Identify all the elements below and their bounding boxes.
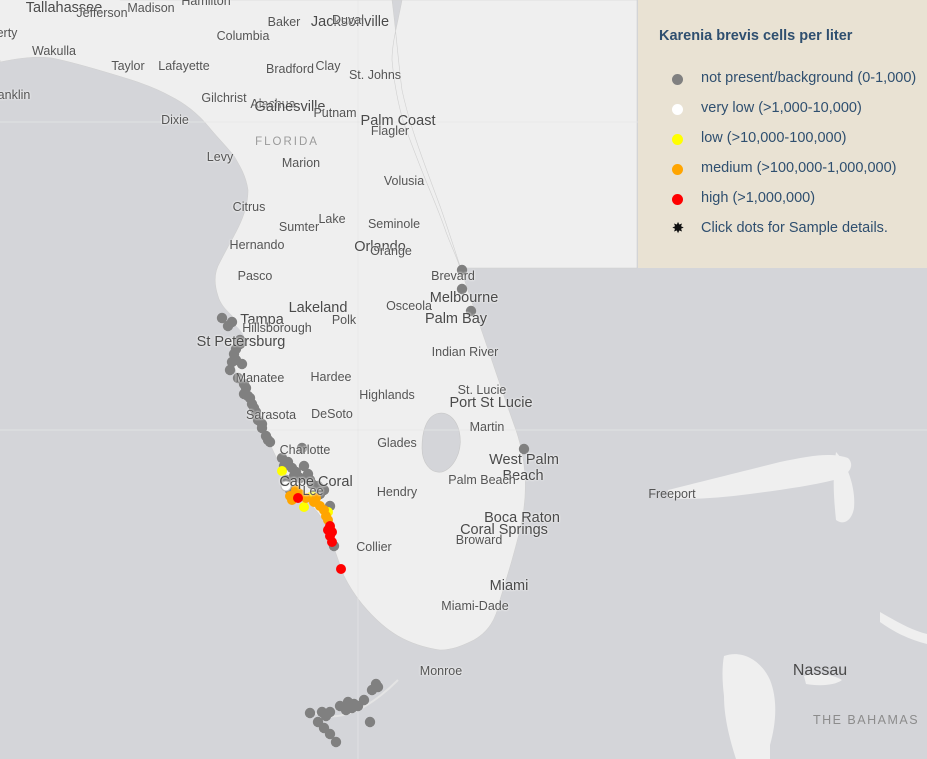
legend-panel: Karenia brevis cells per liter not prese… — [638, 0, 927, 268]
place-label: Broward — [455, 533, 503, 547]
legend-title: Karenia brevis cells per liter — [659, 28, 853, 44]
place-label: Miami — [489, 578, 529, 594]
place-label: Madison — [127, 1, 175, 15]
sample-dot[interactable] — [222, 320, 234, 332]
place-label: Brevard — [431, 269, 475, 283]
legend-hint-text: Click dots for Sample details. — [701, 220, 888, 236]
place-label: Indian River — [431, 345, 499, 359]
place-label: Jefferson — [76, 6, 128, 20]
place-label: Melbourne — [429, 290, 499, 306]
sample-dot[interactable] — [358, 694, 370, 706]
place-label: Palm Bay — [424, 311, 488, 327]
place-label: Hardee — [310, 370, 352, 384]
sample-dot[interactable] — [330, 736, 342, 748]
place-label: Seminole — [367, 217, 421, 231]
legend-label: medium (>100,000-1,000,000) — [701, 160, 897, 176]
place-label: Freeport — [648, 487, 696, 501]
place-label: Hamilton — [181, 0, 231, 8]
yellow-dot-icon — [672, 134, 683, 145]
place-label: Baker — [267, 15, 301, 29]
place-label: Clay — [315, 59, 341, 73]
place-label: Columbia — [216, 29, 270, 43]
place-label: St. Johns — [348, 68, 402, 82]
legend-label: low (>10,000-100,000) — [701, 130, 847, 146]
sample-dot[interactable] — [364, 716, 376, 728]
place-label: Collier — [356, 540, 392, 554]
place-label: Port St Lucie — [449, 395, 533, 411]
sample-dot[interactable] — [336, 564, 346, 574]
place-label: Pasco — [237, 269, 273, 283]
place-label: Highlands — [359, 388, 415, 402]
place-label: Citrus — [232, 200, 266, 214]
place-label: Putnam — [313, 106, 357, 120]
place-label: Levy — [206, 150, 234, 164]
place-label: Marion — [281, 156, 321, 170]
place-label: Flagler — [370, 124, 410, 138]
sample-dot[interactable] — [321, 511, 331, 521]
sample-dot[interactable] — [327, 537, 337, 547]
sample-dot[interactable] — [320, 710, 332, 722]
place-label: erty — [0, 26, 18, 40]
gray-dot-icon — [672, 74, 683, 85]
sample-dot[interactable] — [304, 707, 316, 719]
sample-dot[interactable] — [323, 525, 333, 535]
place-label: Hernando — [229, 238, 285, 252]
place-label: St Petersburg — [196, 334, 286, 350]
asterisk-icon: ✸ — [671, 220, 685, 237]
place-label: Lake — [318, 212, 346, 226]
place-label: DeSoto — [311, 407, 353, 421]
sample-dot[interactable] — [299, 502, 309, 512]
sample-dot[interactable] — [370, 678, 382, 690]
place-label: Miami-Dade — [441, 599, 509, 613]
place-label: Glades — [377, 436, 417, 450]
red-dot-icon — [672, 194, 683, 205]
place-label: Orange — [370, 244, 412, 258]
sample-dot[interactable] — [348, 698, 360, 710]
place-label: Duval — [332, 13, 364, 27]
place-label: Wakulla — [32, 44, 76, 58]
legend-label: high (>1,000,000) — [701, 190, 816, 206]
place-label: FLORIDA — [255, 136, 319, 148]
place-label: Polk — [331, 313, 357, 327]
sample-dot[interactable] — [262, 434, 274, 446]
orange-dot-icon — [672, 164, 683, 175]
place-label: Palm Beach — [448, 473, 516, 487]
sample-dot[interactable] — [334, 700, 346, 712]
place-label: Gilchrist — [201, 91, 247, 105]
place-label: Lee — [302, 484, 324, 498]
place-label: Manatee — [235, 371, 285, 385]
place-label: THE BAHAMAS — [812, 713, 920, 727]
legend-label: very low (>1,000-10,000) — [701, 100, 862, 116]
place-label: Hendry — [376, 485, 418, 499]
place-label: Monroe — [419, 664, 463, 678]
sample-dot[interactable] — [293, 493, 303, 503]
place-label: Dixie — [161, 113, 189, 127]
white-dot-icon — [672, 104, 683, 115]
place-label: anklin — [0, 88, 31, 102]
place-label: Nassau — [792, 662, 848, 679]
legend-label: not present/background (0-1,000) — [701, 70, 917, 86]
place-label: Taylor — [111, 59, 145, 73]
place-label: Volusia — [383, 174, 425, 188]
place-label: Martin — [469, 420, 505, 434]
place-label: West Palm — [489, 452, 559, 468]
place-label: Charlotte — [279, 443, 331, 457]
sample-dot[interactable] — [244, 392, 256, 404]
place-label: Lafayette — [158, 59, 210, 73]
place-label: Hillsborough — [242, 321, 312, 335]
sample-dot[interactable] — [224, 364, 236, 376]
place-label: Sarasota — [245, 408, 297, 422]
place-label: Sumter — [278, 220, 320, 234]
place-label: Bradford — [266, 62, 314, 76]
sample-dot[interactable] — [230, 354, 242, 366]
